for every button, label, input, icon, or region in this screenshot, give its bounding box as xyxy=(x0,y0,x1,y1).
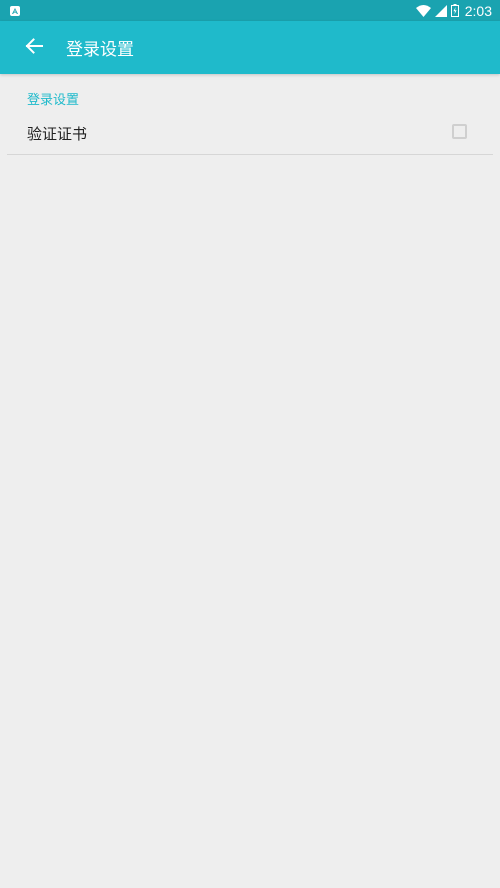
verify-certificate-checkbox[interactable] xyxy=(452,124,467,139)
notification-a-icon xyxy=(10,5,20,16)
signal-icon xyxy=(434,4,447,17)
status-left xyxy=(10,5,20,16)
status-time: 2:03 xyxy=(464,2,492,19)
wifi-icon xyxy=(415,4,431,17)
pref-title: 验证证书 xyxy=(27,124,88,143)
divider xyxy=(7,154,493,155)
status-bar: 2:03 xyxy=(0,0,500,21)
pref-verify-certificate[interactable]: 验证证书 xyxy=(0,112,500,154)
battery-charging-icon xyxy=(450,4,459,17)
arrow-back-icon xyxy=(25,37,43,58)
status-right: 2:03 xyxy=(415,2,492,19)
page-title: 登录设置 xyxy=(66,40,134,60)
back-button[interactable] xyxy=(17,31,51,65)
app-bar: 登录设置 xyxy=(0,21,500,74)
section-header: 登录设置 xyxy=(27,93,80,108)
